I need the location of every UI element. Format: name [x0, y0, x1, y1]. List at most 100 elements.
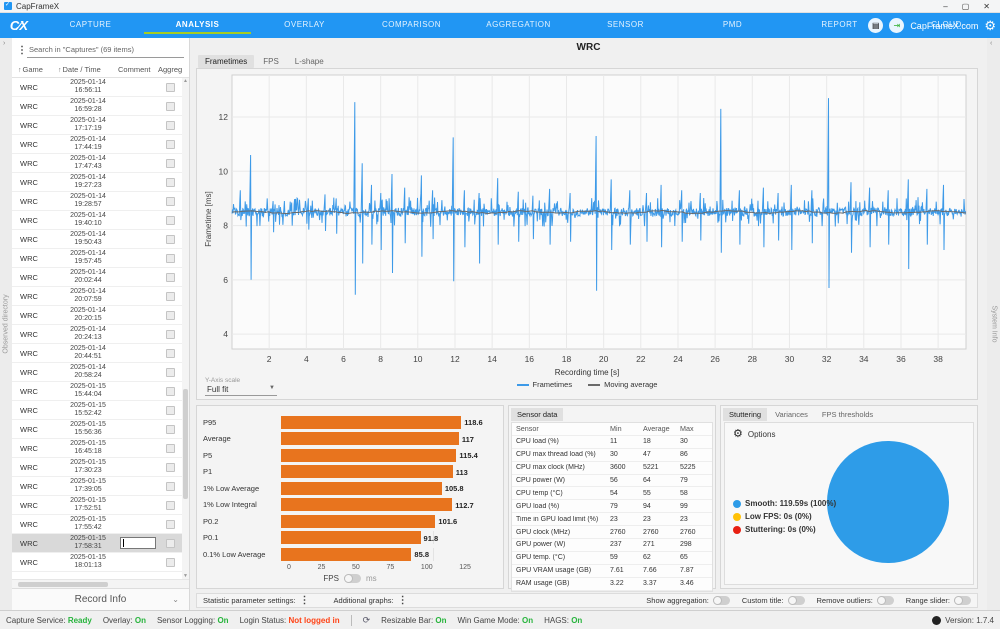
login-icon[interactable]: ⇥ — [889, 18, 905, 33]
search-input[interactable] — [27, 42, 184, 58]
aggregate-checkbox[interactable] — [165, 196, 175, 206]
scroll-up-icon[interactable]: ▲ — [182, 78, 189, 84]
aggregate-checkbox[interactable] — [165, 101, 175, 111]
captures-vertical-scrollbar[interactable]: ▲ ▼ — [182, 78, 189, 579]
capture-row[interactable]: WRC 2025-01-15 16:45:18 — [12, 439, 182, 458]
capture-row[interactable]: WRC 2025-01-14 20:44:51 — [12, 344, 182, 363]
aggregate-checkbox[interactable] — [165, 462, 175, 472]
capture-row[interactable]: WRC 2025-01-14 19:57:45 — [12, 249, 182, 268]
aggregate-checkbox[interactable] — [165, 348, 175, 358]
nav-item-sensor[interactable]: SENSOR — [572, 17, 679, 34]
capture-row[interactable]: WRC 2025-01-14 19:27:23 — [12, 173, 182, 192]
aggregate-checkbox[interactable] — [165, 177, 175, 187]
minimize-button[interactable]: – — [943, 1, 947, 12]
capframex-site-link[interactable]: CapFrameX.com — [910, 21, 978, 31]
aggregate-checkbox[interactable] — [165, 310, 175, 320]
aggregate-checkbox[interactable] — [165, 120, 175, 130]
capture-row[interactable]: WRC 2025-01-15 17:30:23 — [12, 458, 182, 477]
aggregate-checkbox[interactable] — [165, 519, 175, 529]
maximize-button[interactable]: ▢ — [962, 1, 970, 12]
scrollbar-thumb[interactable] — [18, 582, 108, 587]
aggregate-checkbox[interactable] — [165, 443, 175, 453]
column-header-game[interactable]: ↑Game — [12, 65, 58, 74]
column-header-aggreg[interactable]: Aggreg — [158, 65, 189, 74]
capture-row[interactable]: WRC 2025-01-15 17:52:51 — [12, 496, 182, 515]
capture-row[interactable]: WRC 2025-01-15 15:56:36 — [12, 420, 182, 439]
aggregate-checkbox[interactable] — [165, 215, 175, 225]
toggle-switch[interactable] — [787, 596, 805, 605]
capture-row[interactable]: WRC 2025-01-15 17:58:31 — [12, 534, 182, 553]
additional-graphs-button[interactable]: Additional graphs: ⋮ — [334, 595, 408, 606]
capture-row[interactable]: WRC 2025-01-14 16:56:11 — [12, 78, 182, 97]
capture-row[interactable]: WRC 2025-01-15 18:01:13 — [12, 553, 182, 572]
captures-menu-icon[interactable]: ⋮ — [17, 45, 27, 56]
stuttering-options-button[interactable]: ⚙ Options — [733, 429, 775, 440]
capture-row[interactable]: WRC 2025-01-14 17:17:19 — [12, 116, 182, 135]
capture-comment-cell[interactable] — [118, 518, 158, 530]
tab-fps[interactable]: FPS — [256, 55, 286, 68]
comment-input[interactable] — [120, 518, 156, 530]
tab-fps-thresholds[interactable]: FPS thresholds — [816, 408, 879, 421]
fps-ms-toggle[interactable] — [343, 573, 361, 583]
tab-frametimes[interactable]: Frametimes — [198, 55, 255, 68]
capture-row[interactable]: WRC 2025-01-14 16:59:28 — [12, 97, 182, 116]
capture-comment-cell[interactable] — [118, 537, 158, 549]
column-header-comment[interactable]: Comment — [118, 65, 158, 74]
close-button[interactable]: ✕ — [983, 1, 990, 12]
nav-item-analysis[interactable]: ANALYSIS — [144, 17, 251, 34]
expand-system-info-icon[interactable]: ‹ — [990, 40, 992, 47]
column-header-datetime[interactable]: ↑Date / Time — [58, 65, 118, 74]
report-icon[interactable]: ▤ — [868, 18, 884, 33]
nav-item-capture[interactable]: CAPTURE — [37, 17, 144, 34]
capture-row[interactable]: WRC 2025-01-15 17:55:42 — [12, 515, 182, 534]
capture-row[interactable]: WRC 2025-01-14 19:40:10 — [12, 211, 182, 230]
aggregate-checkbox[interactable] — [165, 329, 175, 339]
capture-row[interactable]: WRC 2025-01-14 19:50:43 — [12, 230, 182, 249]
kebab-menu-icon[interactable]: ⋮ — [300, 595, 310, 606]
capture-row[interactable]: WRC 2025-01-15 15:52:42 — [12, 401, 182, 420]
aggregate-checkbox[interactable] — [165, 272, 175, 282]
capture-row[interactable]: WRC 2025-01-15 15:44:04 — [12, 382, 182, 401]
comment-input[interactable] — [120, 537, 156, 549]
aggregate-checkbox[interactable] — [165, 234, 175, 244]
aggregate-checkbox[interactable] — [165, 253, 175, 263]
capture-row[interactable]: WRC 2025-01-14 20:58:24 — [12, 363, 182, 382]
capture-row[interactable]: WRC 2025-01-14 20:07:59 — [12, 287, 182, 306]
kebab-menu-icon[interactable]: ⋮ — [398, 595, 408, 606]
nav-item-comparison[interactable]: COMPARISON — [358, 17, 465, 34]
aggregate-checkbox[interactable] — [165, 386, 175, 396]
tab-stuttering[interactable]: Stuttering — [723, 408, 768, 421]
aggregate-checkbox[interactable] — [165, 500, 175, 510]
aggregate-checkbox[interactable] — [165, 424, 175, 434]
settings-gear-icon[interactable]: ⚙ — [984, 19, 996, 32]
aggregate-checkbox[interactable] — [165, 481, 175, 491]
capture-row[interactable]: WRC 2025-01-14 20:20:15 — [12, 306, 182, 325]
record-info-expander[interactable]: Record Info ⌄ — [12, 588, 189, 610]
scrollbar-thumb[interactable] — [183, 388, 188, 499]
capture-row[interactable]: WRC 2025-01-14 17:47:43 — [12, 154, 182, 173]
capture-row[interactable]: WRC 2025-01-14 19:28:57 — [12, 192, 182, 211]
capture-row[interactable]: WRC 2025-01-14 20:02:44 — [12, 268, 182, 287]
tab-l-shape[interactable]: L-shape — [288, 55, 331, 68]
toggle-switch[interactable] — [954, 596, 971, 605]
statistic-parameter-settings-button[interactable]: Statistic parameter settings: ⋮ — [203, 595, 310, 606]
nav-item-aggregation[interactable]: AGGREGATION — [465, 17, 572, 34]
captures-horizontal-scrollbar[interactable] — [12, 579, 189, 588]
expand-observed-directory-icon[interactable]: › — [3, 40, 5, 47]
toggle-switch[interactable] — [712, 596, 730, 605]
aggregate-checkbox[interactable] — [165, 158, 175, 168]
nav-item-pmd[interactable]: PMD — [679, 17, 786, 34]
tab-sensor-data[interactable]: Sensor data — [511, 408, 564, 421]
aggregate-checkbox[interactable] — [165, 139, 175, 149]
capture-row[interactable]: WRC 2025-01-14 20:24:13 — [12, 325, 182, 344]
frametimes-plot[interactable]: 2 4 6 8 10 12 14 16 18 20 22 24 26 28 30 32 34 36 38468101… — [202, 71, 972, 367]
aggregate-checkbox[interactable] — [165, 557, 175, 567]
aggregate-checkbox[interactable] — [165, 538, 175, 548]
capture-row[interactable]: WRC 2025-01-15 17:39:05 — [12, 477, 182, 496]
aggregate-checkbox[interactable] — [165, 291, 175, 301]
tab-variances[interactable]: Variances — [769, 408, 814, 421]
toggle-switch[interactable] — [876, 596, 894, 605]
nav-item-overlay[interactable]: OVERLAY — [251, 17, 358, 34]
yaxis-scale-dropdown[interactable]: Y-Axis scale Full fit ▼ — [205, 377, 277, 396]
aggregate-checkbox[interactable] — [165, 82, 175, 92]
